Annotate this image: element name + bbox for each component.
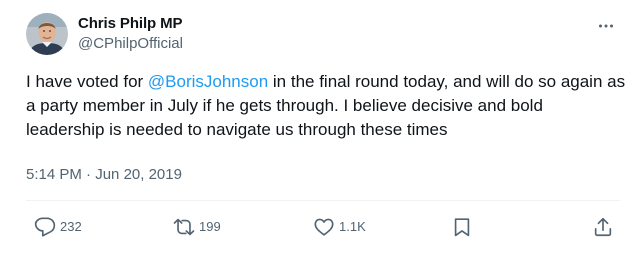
timestamp: 5:14 PM · Jun 20, 2019 bbox=[26, 165, 182, 185]
reply-icon bbox=[34, 217, 56, 237]
more-button[interactable] bbox=[592, 12, 620, 40]
tweet-text-part1: I have voted for bbox=[26, 72, 148, 91]
tweet-time[interactable]: 5:14 PM bbox=[26, 166, 82, 183]
bookmark-icon bbox=[454, 218, 470, 237]
author-block: Chris Philp MP @CPhilpOfficial bbox=[78, 14, 183, 54]
tweet-card: Chris Philp MP @CPhilpOfficial I have vo… bbox=[0, 0, 637, 257]
author-name[interactable]: Chris Philp MP bbox=[78, 14, 183, 34]
repost-count: 199 bbox=[199, 219, 221, 234]
reply-button[interactable]: 232 bbox=[34, 216, 82, 238]
mention-link[interactable]: @BorisJohnson bbox=[148, 72, 268, 91]
reply-count: 232 bbox=[60, 219, 82, 234]
divider bbox=[26, 200, 620, 201]
author-handle[interactable]: @CPhilpOfficial bbox=[78, 34, 183, 54]
like-count: 1.1K bbox=[339, 219, 366, 234]
repost-icon bbox=[173, 218, 195, 236]
tweet-text: I have voted for @BorisJohnson in the fi… bbox=[26, 70, 626, 142]
share-button[interactable] bbox=[592, 216, 614, 238]
bookmark-button[interactable] bbox=[451, 216, 473, 238]
share-icon bbox=[594, 217, 612, 237]
tweet-date[interactable]: Jun 20, 2019 bbox=[95, 166, 182, 183]
avatar-image bbox=[26, 13, 68, 55]
repost-button[interactable]: 199 bbox=[173, 216, 221, 238]
more-icon bbox=[599, 24, 613, 28]
like-button[interactable]: 1.1K bbox=[313, 216, 366, 238]
heart-icon bbox=[314, 218, 334, 236]
avatar[interactable] bbox=[26, 13, 68, 55]
timestamp-separator: · bbox=[81, 166, 96, 183]
